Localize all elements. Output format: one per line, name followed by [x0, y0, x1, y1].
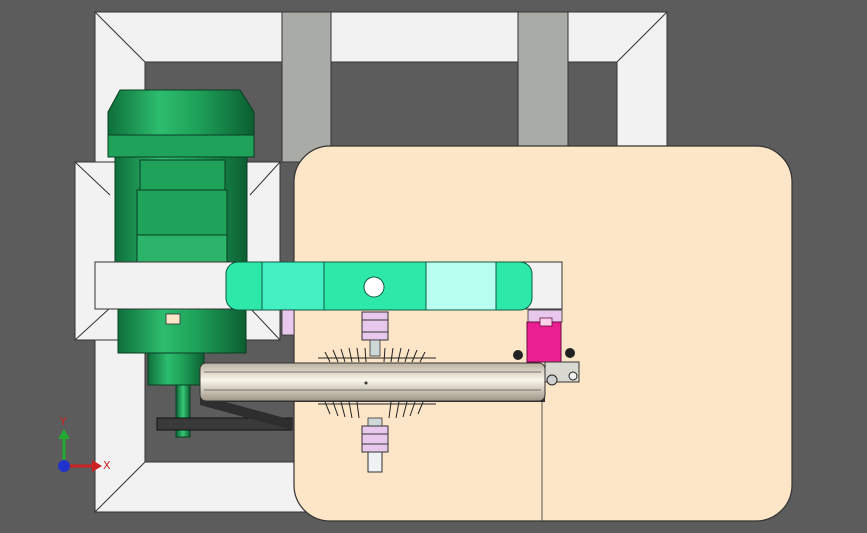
- pulley-bracket[interactable]: [544, 361, 580, 386]
- rail-left[interactable]: [281, 11, 332, 163]
- cad-viewport[interactable]: Y X: [0, 0, 867, 533]
- arm-pivot-hole[interactable]: [363, 276, 385, 298]
- z-axis-dot: [58, 460, 70, 472]
- x-axis-label: X: [103, 459, 111, 472]
- y-axis-label: Y: [59, 415, 67, 428]
- drive-arm[interactable]: [225, 261, 533, 311]
- pink-block-left[interactable]: [281, 309, 295, 336]
- large-pulley[interactable]: [199, 362, 546, 402]
- rail-right[interactable]: [517, 11, 569, 147]
- y-axis-head: [58, 429, 70, 439]
